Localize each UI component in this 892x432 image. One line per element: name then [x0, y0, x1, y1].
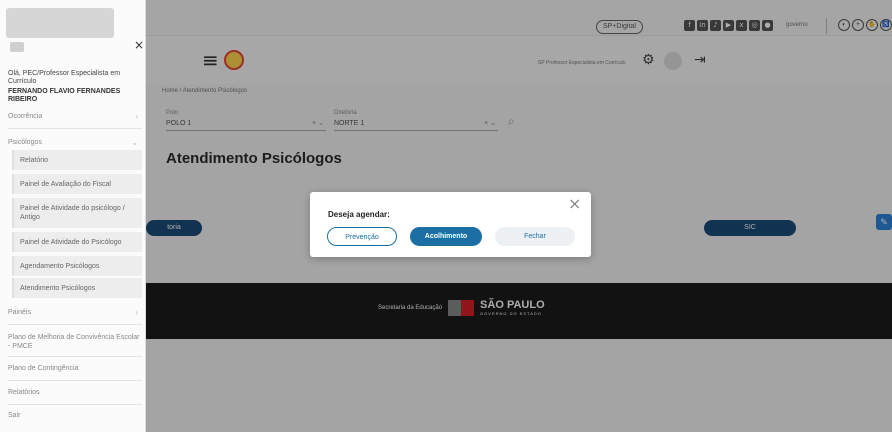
- sidebar-item-label: Plano de Contingência: [8, 365, 79, 372]
- modal-title: Deseja agendar:: [328, 210, 390, 219]
- sidebar-subitem-painel-fiscal[interactable]: Painel de Avaliação do Fiscal: [12, 174, 142, 194]
- sidebar-logo-mark: [10, 42, 24, 52]
- sidebar-item-relatorios[interactable]: Relatórios: [8, 389, 142, 396]
- sidebar-item-psicologos[interactable]: Psicólogos ⌄: [8, 138, 142, 147]
- sidebar-subitem-label: Atendimento Psicólogos: [20, 284, 96, 292]
- sidebar-subitem-relatorio[interactable]: Relatório: [12, 150, 142, 170]
- sidebar-user-name: FERNANDO FLAVIO FERNANDES RIBEIRO: [8, 88, 121, 103]
- divider: [8, 380, 142, 381]
- fechar-button[interactable]: Fechar: [495, 227, 575, 246]
- sidebar-subitem-label: Painel de Atividade do psicólogo / Antig…: [20, 205, 125, 221]
- sidebar-subitem-atendimento[interactable]: Atendimento Psicólogos: [12, 278, 142, 298]
- sidebar-logo: [6, 8, 114, 38]
- chevron-right-icon: ›: [135, 112, 138, 121]
- sidebar-subitem-label: Agendamento Psicólogos: [20, 262, 100, 270]
- sidebar: × Olá, PEC/Professor Especialista em Cur…: [0, 0, 146, 432]
- sidebar-item-plano-melhoria[interactable]: Plano de Melhoria de Convivência Escolar…: [8, 333, 142, 351]
- sidebar-item-label: Psicólogos: [8, 139, 42, 146]
- close-icon[interactable]: ×: [568, 196, 581, 212]
- sidebar-subitem-label: Painel de Atividade do Psicólogo: [20, 238, 122, 246]
- sidebar-subitem-label: Painel de Avaliação do Fiscal: [20, 180, 111, 188]
- divider: [8, 324, 142, 325]
- sidebar-item-label: Ocorrência: [8, 113, 43, 120]
- schedule-modal: Deseja agendar: × Prevenção Acolhimento …: [310, 192, 591, 257]
- divider: [8, 404, 142, 405]
- close-icon[interactable]: ×: [134, 38, 144, 52]
- divider: [8, 128, 142, 129]
- sidebar-subitem-label: Relatório: [20, 156, 49, 164]
- sidebar-item-paineis[interactable]: Painéis ›: [8, 308, 142, 317]
- chevron-down-icon: ⌄: [131, 138, 138, 147]
- divider: [8, 356, 142, 357]
- acolhimento-button[interactable]: Acolhimento: [410, 227, 482, 246]
- sidebar-item-label: Relatórios: [8, 389, 40, 396]
- sidebar-item-label: Painéis: [8, 309, 31, 316]
- sidebar-subitem-painel-psicologo[interactable]: Painel de Atividade do Psicólogo: [12, 232, 142, 252]
- sidebar-greeting: Olá, PEC/Professor Especialista em Currí…: [8, 70, 121, 85]
- sidebar-item-sair[interactable]: Sair: [8, 412, 142, 419]
- sidebar-subitem-agendamento[interactable]: Agendamento Psicólogos: [12, 256, 142, 276]
- sidebar-subitem-painel-antigo[interactable]: Painel de Atividade do psicólogo / Antig…: [12, 198, 142, 228]
- prevencao-button[interactable]: Prevenção: [327, 227, 397, 246]
- sidebar-item-label: Sair: [8, 412, 21, 419]
- sidebar-item-ocorrencia[interactable]: Ocorrência ›: [8, 112, 142, 121]
- chevron-right-icon: ›: [135, 308, 138, 317]
- sidebar-item-label: Plano de Melhoria de Convivência Escolar…: [8, 334, 140, 350]
- sidebar-item-plano-contingencia[interactable]: Plano de Contingência: [8, 365, 142, 372]
